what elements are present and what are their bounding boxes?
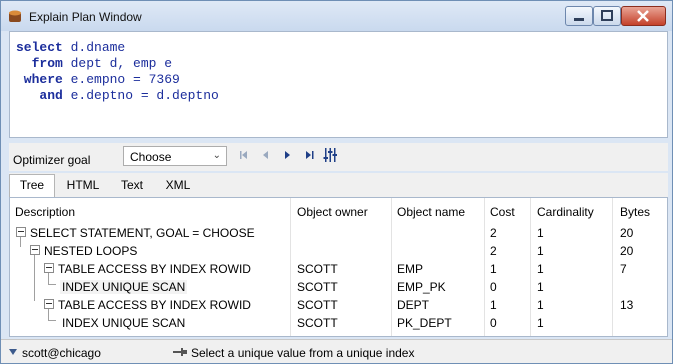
minimize-button[interactable] [565, 6, 593, 26]
pin-icon [173, 348, 187, 356]
last-step-icon[interactable] [305, 149, 315, 161]
plan-row[interactable]: SELECT STATEMENT, GOAL = CHOOSE 2 1 20 [10, 224, 667, 242]
sql-line: where e.empno = 7369 [16, 72, 180, 87]
plan-row[interactable]: INDEX UNIQUE SCAN SCOTT EMP_PK 0 1 [10, 278, 667, 296]
tab-text[interactable]: Text [115, 175, 149, 195]
plan-row[interactable]: TABLE ACCESS BY INDEX ROWID SCOTT EMP 1 … [10, 260, 667, 278]
optimizer-goal-select[interactable]: Choose ⌄ [123, 146, 227, 166]
explain-plan-window: Explain Plan Window select d.dname from … [0, 0, 673, 364]
column-header-cardinality[interactable]: Cardinality [537, 205, 594, 219]
close-button[interactable] [621, 6, 666, 26]
column-header-owner[interactable]: Object owner [297, 205, 368, 219]
plan-grid[interactable]: Description Object owner Object name Cos… [9, 197, 668, 337]
optimizer-goal-label: Optimizer goal [13, 153, 91, 167]
column-header-bytes[interactable]: Bytes [620, 205, 650, 219]
window-title: Explain Plan Window [29, 10, 142, 24]
sql-line: select d.dname [16, 40, 126, 55]
app-icon [9, 10, 21, 22]
title-bar[interactable]: Explain Plan Window [1, 1, 672, 31]
status-message: Select a unique value from a unique inde… [191, 346, 415, 360]
view-tabs: Tree HTML Text XML [9, 173, 668, 198]
sql-line: from dept d, emp e [16, 56, 173, 71]
options-icon[interactable] [323, 147, 337, 163]
sql-line: and e.deptno = d.deptno [16, 88, 219, 103]
chevron-down-icon[interactable] [9, 349, 17, 355]
collapse-icon[interactable] [16, 227, 26, 237]
tab-xml[interactable]: XML [161, 175, 195, 195]
plan-row[interactable]: NESTED LOOPS 2 1 20 [10, 242, 667, 260]
chevron-down-icon: ⌄ [212, 150, 221, 161]
tab-html[interactable]: HTML [63, 175, 103, 195]
collapse-icon[interactable] [30, 245, 40, 255]
column-header-cost[interactable]: Cost [490, 205, 515, 219]
column-header-description[interactable]: Description [15, 205, 75, 219]
column-header-name[interactable]: Object name [397, 205, 465, 219]
grid-header: Description Object owner Object name Cos… [10, 198, 667, 224]
collapse-icon[interactable] [44, 299, 54, 309]
plan-row[interactable]: INDEX UNIQUE SCAN SCOTT PK_DEPT 0 1 [10, 314, 667, 332]
previous-step-icon[interactable] [261, 149, 271, 161]
tab-tree[interactable]: Tree [9, 174, 55, 198]
next-step-icon[interactable] [283, 149, 293, 161]
first-step-icon[interactable] [239, 149, 249, 161]
plan-row[interactable]: TABLE ACCESS BY INDEX ROWID SCOTT DEPT 1… [10, 296, 667, 314]
collapse-icon[interactable] [44, 263, 54, 273]
sql-editor[interactable]: select d.dname from dept d, emp e where … [9, 31, 668, 138]
connection-label[interactable]: scott@chicago [22, 346, 101, 360]
optimizer-toolbar: Optimizer goal Choose ⌄ [9, 143, 668, 171]
maximize-button[interactable] [593, 6, 621, 26]
status-bar: scott@chicago Select a unique value from… [1, 339, 672, 363]
